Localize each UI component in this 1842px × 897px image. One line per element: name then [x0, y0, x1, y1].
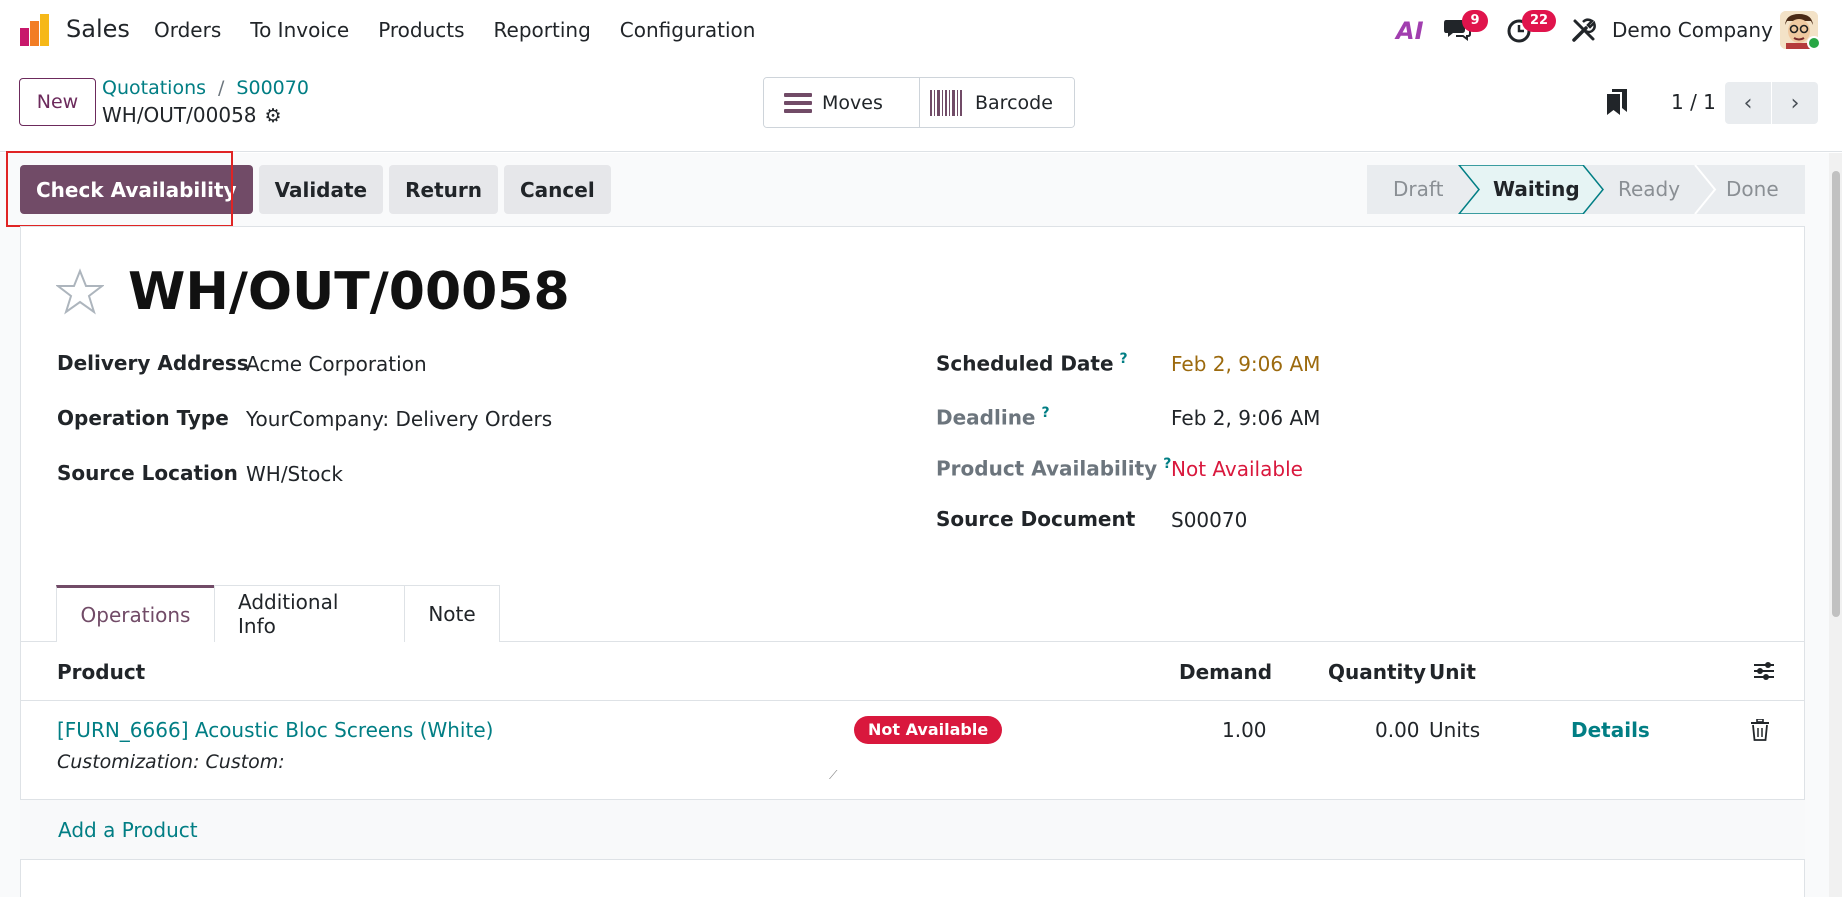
- gear-icon[interactable]: ⚙: [265, 105, 282, 127]
- product-description[interactable]: Customization: Custom:: [57, 751, 285, 773]
- new-button[interactable]: New: [19, 78, 96, 126]
- list-icon: [784, 92, 812, 113]
- main-menu: Orders To Invoice Products Reporting Con…: [154, 18, 784, 42]
- moves-button[interactable]: Moves: [764, 78, 919, 127]
- deadline-value: Feb 2, 9:06 AM: [1171, 406, 1321, 430]
- barcode-label: Barcode: [975, 91, 1053, 114]
- tab-note[interactable]: Note: [404, 585, 500, 642]
- tools-icon[interactable]: [1571, 17, 1597, 43]
- app-name[interactable]: Sales: [66, 15, 130, 43]
- return-button[interactable]: Return: [389, 165, 498, 214]
- add-product-link[interactable]: Add a Product: [58, 818, 198, 842]
- trash-icon[interactable]: [1750, 719, 1770, 741]
- scheduled-date-text: Scheduled Date: [936, 351, 1114, 376]
- current-record: WH/OUT/00058 ⚙: [102, 103, 282, 127]
- menu-products[interactable]: Products: [378, 18, 464, 42]
- status-badge: Not Available: [854, 716, 1003, 744]
- quantity-value[interactable]: 0.00: [1375, 718, 1420, 742]
- details-button[interactable]: Details: [1571, 718, 1650, 742]
- menu-orders[interactable]: Orders: [154, 18, 221, 42]
- highlight-box: [6, 151, 233, 227]
- cancel-button[interactable]: Cancel: [504, 165, 611, 214]
- pager-next-icon[interactable]: ›: [1772, 82, 1818, 124]
- textarea-resize-handle[interactable]: ⟋: [829, 768, 837, 783]
- barcode-button[interactable]: Barcode: [919, 78, 1074, 127]
- record-name: WH/OUT/00058: [102, 103, 257, 127]
- deadline-label: Deadline?: [936, 405, 1050, 430]
- breadcrumb-order[interactable]: S00070: [236, 77, 309, 99]
- product-availability-label: Product Availability?: [936, 456, 1171, 481]
- notebook-tabs: Operations Additional Info Note: [56, 585, 500, 642]
- bookmark-icon[interactable]: [1606, 88, 1628, 116]
- scheduled-date-help-icon[interactable]: ?: [1120, 351, 1128, 367]
- form-sheet: [20, 226, 1805, 897]
- scheduled-date-value[interactable]: Feb 2, 9:06 AM: [1171, 352, 1320, 376]
- pager-buttons: ‹ ›: [1725, 82, 1818, 124]
- source-document-value[interactable]: S00070: [1171, 508, 1247, 532]
- stage-ready[interactable]: Ready: [1618, 177, 1680, 201]
- optional-columns-icon[interactable]: [1753, 660, 1775, 682]
- stage-done[interactable]: Done: [1726, 177, 1779, 201]
- record-title: WH/OUT/00058: [128, 262, 570, 322]
- unit-value[interactable]: Units: [1429, 718, 1480, 742]
- ai-icon[interactable]: AI: [1396, 17, 1424, 45]
- add-line-row: [20, 800, 1805, 859]
- control-panel: New Quotations / S00070 WH/OUT/00058 ⚙ Move…: [0, 62, 1842, 152]
- column-product[interactable]: Product: [57, 660, 145, 684]
- barcode-icon: [930, 89, 962, 116]
- pager-previous-icon[interactable]: ‹: [1725, 82, 1771, 124]
- product-link[interactable]: [FURN_6666] Acoustic Bloc Screens (White…: [57, 718, 493, 742]
- menu-configuration[interactable]: Configuration: [620, 18, 756, 42]
- scheduled-date-label: Scheduled Date?: [936, 351, 1128, 376]
- operation-type-value[interactable]: YourCompany: Delivery Orders: [246, 407, 552, 431]
- breadcrumb-separator: /: [218, 77, 225, 99]
- delivery-address-label: Delivery Address: [57, 351, 249, 375]
- column-unit[interactable]: Unit: [1429, 660, 1476, 684]
- source-location-label: Source Location: [57, 461, 238, 485]
- column-quantity[interactable]: Quantity: [1328, 660, 1426, 684]
- validate-button[interactable]: Validate: [258, 165, 384, 214]
- source-location-value[interactable]: WH/Stock: [246, 462, 343, 486]
- scrollbar-thumb[interactable]: [1832, 171, 1840, 617]
- tab-additional-info[interactable]: Additional Info: [214, 585, 405, 642]
- product-availability-value: Not Available: [1171, 457, 1303, 481]
- delivery-address-value[interactable]: Acme Corporation: [246, 352, 427, 376]
- chat-count-badge: 9: [1462, 10, 1488, 32]
- deadline-text: Deadline: [936, 405, 1036, 430]
- menu-reporting[interactable]: Reporting: [494, 18, 591, 42]
- stage-draft[interactable]: Draft: [1393, 177, 1443, 201]
- moves-label: Moves: [822, 91, 883, 114]
- column-demand[interactable]: Demand: [1179, 660, 1272, 684]
- company-switcher[interactable]: Demo Company: [1612, 18, 1773, 42]
- breadcrumb-quotations[interactable]: Quotations: [102, 77, 206, 99]
- deadline-help-icon[interactable]: ?: [1042, 405, 1050, 421]
- add-row-divider: [20, 859, 1805, 860]
- top-navbar: Sales Orders To Invoice Products Reporti…: [0, 0, 1842, 62]
- source-document-label: Source Document: [936, 507, 1136, 531]
- breadcrumb: Quotations / S00070: [102, 77, 309, 99]
- operation-type-label: Operation Type: [57, 406, 229, 430]
- menu-to-invoice[interactable]: To Invoice: [250, 18, 349, 42]
- tab-operations[interactable]: Operations: [56, 585, 215, 642]
- sales-app-icon[interactable]: [18, 12, 54, 48]
- smart-buttons: Moves Barcode: [763, 77, 1075, 128]
- stage-waiting[interactable]: Waiting: [1493, 177, 1580, 201]
- product-availability-text: Product Availability: [936, 456, 1158, 481]
- online-status-dot: [1807, 36, 1821, 50]
- star-icon[interactable]: [56, 268, 104, 316]
- pager-value[interactable]: 1 / 1: [1671, 90, 1716, 114]
- demand-value[interactable]: 1.00: [1222, 718, 1267, 742]
- header-divider: [20, 700, 1805, 701]
- activity-count-badge: 22: [1522, 10, 1556, 32]
